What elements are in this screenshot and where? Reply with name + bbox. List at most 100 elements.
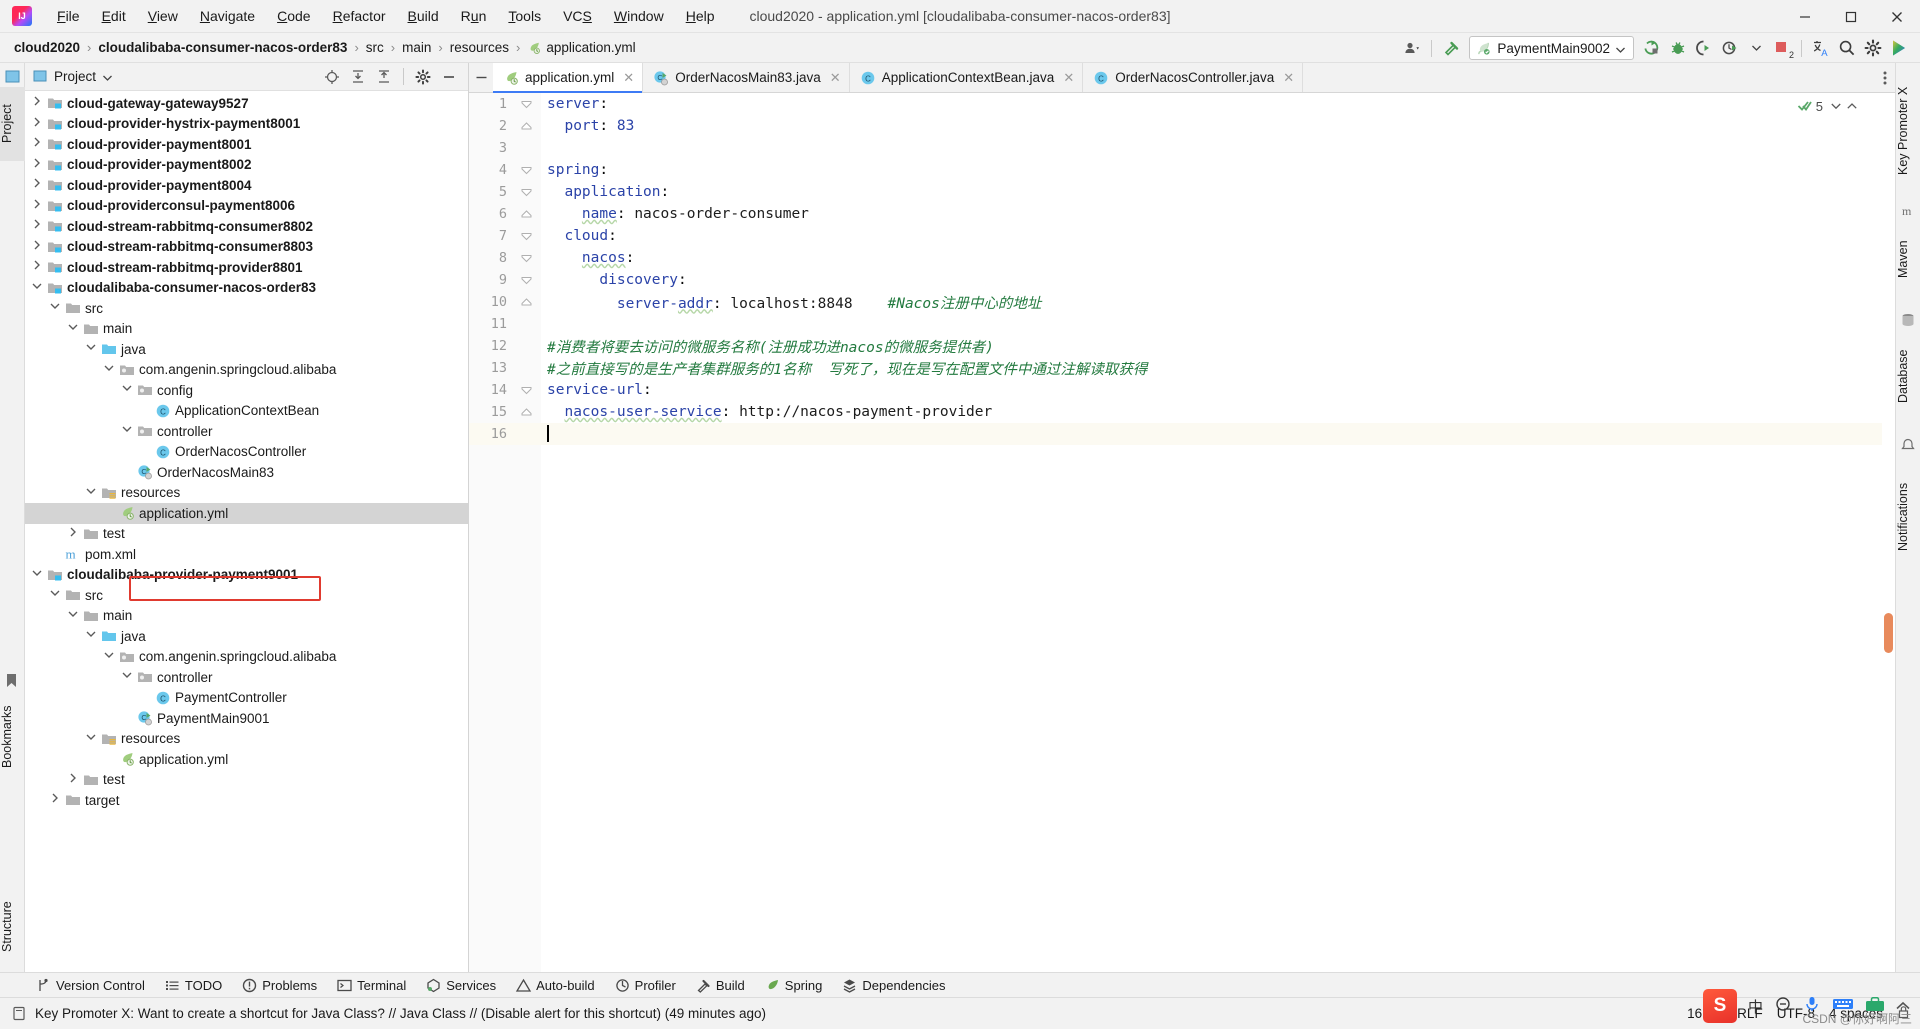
menu-help[interactable]: Help <box>675 3 726 29</box>
tree-node-test[interactable]: test <box>25 524 468 545</box>
tree-node-cloud-stream-rabbitmq-consumer8803[interactable]: cloud-stream-rabbitmq-consumer8803 <box>25 237 468 258</box>
sidebar-item-project[interactable]: Project <box>0 87 25 161</box>
menu-tools[interactable]: Tools <box>497 3 552 29</box>
sidebar-item-structure[interactable]: Structure <box>0 886 25 968</box>
half-width-icon[interactable] <box>1774 995 1792 1017</box>
tree-node-cloudalibaba-consumer-nacos-order83[interactable]: cloudalibaba-consumer-nacos-order83 <box>25 278 468 299</box>
tree-node-cloud-gateway-gateway9527[interactable]: cloud-gateway-gateway9527 <box>25 93 468 114</box>
hide-tabs-icon[interactable] <box>469 63 493 92</box>
code-line-10[interactable]: 10 server-addr: localhost:8848 #Nacos注册中… <box>469 291 1895 313</box>
bottom-tab-build[interactable]: Build <box>686 976 755 995</box>
close-tab-icon[interactable]: ✕ <box>623 70 634 86</box>
chevron-down-icon[interactable] <box>67 321 83 337</box>
bottom-tab-terminal[interactable]: Terminal <box>327 976 416 995</box>
bottom-tab-services[interactable]: Services <box>416 976 506 995</box>
tree-node-application-yml[interactable]: application.yml <box>25 503 468 524</box>
editor-vertical-scrollbar[interactable] <box>1882 93 1895 972</box>
status-message[interactable]: Key Promoter X: Want to create a shortcu… <box>35 1006 766 1021</box>
code-line-9[interactable]: 9 discovery: <box>469 269 1895 291</box>
minimize-button[interactable] <box>1782 0 1828 33</box>
menu-edit[interactable]: Edit <box>91 3 137 29</box>
tree-node-resources[interactable]: resources <box>25 483 468 504</box>
chevron-down-icon[interactable] <box>31 567 47 583</box>
code-fold-marker[interactable] <box>511 209 541 220</box>
tree-node-com-angenin-springcloud-alibaba[interactable]: com.angenin.springcloud.alibaba <box>25 360 468 381</box>
chevron-right-icon[interactable] <box>49 792 65 808</box>
chevron-down-icon[interactable] <box>85 628 101 644</box>
menu-navigate[interactable]: Navigate <box>189 3 266 29</box>
editor-tab-ordernacoscontroller-java[interactable]: C OrderNacosController.java ✕ <box>1083 63 1304 92</box>
chevron-right-icon[interactable] <box>31 218 47 234</box>
stop-icon[interactable]: 2 <box>1769 35 1795 61</box>
tree-node-controller[interactable]: controller <box>25 667 468 688</box>
editor-tab-applicationcontextbean-java[interactable]: C ApplicationContextBean.java ✕ <box>849 63 1084 92</box>
tree-node-src[interactable]: src <box>25 298 468 319</box>
tree-node-ordernacosmain83[interactable]: C OrderNacosMain83 <box>25 462 468 483</box>
gear-icon[interactable] <box>410 64 436 90</box>
tree-node-config[interactable]: config <box>25 380 468 401</box>
run-configuration-selector[interactable]: PaymentMain9002 <box>1469 36 1634 60</box>
code-fold-marker[interactable] <box>511 385 541 396</box>
bottom-tab-profiler[interactable]: Profiler <box>605 976 686 995</box>
close-tab-icon[interactable]: ✕ <box>1063 70 1074 86</box>
sogou-ime-logo-icon[interactable]: S <box>1702 989 1737 1023</box>
bottom-tab-dependencies[interactable]: Dependencies <box>832 976 955 995</box>
code-line-13[interactable]: 13 #之前直接写的是生产者集群服务的1名称 写死了，现在是写在配置文件中通过注解… <box>469 357 1895 379</box>
project-tree[interactable]: cloud-gateway-gateway9527 cloud-provider-… <box>25 91 468 972</box>
hide-icon[interactable] <box>436 64 462 90</box>
sidebar-item-key-promoter-x[interactable]: Key Promoter X <box>1896 71 1920 191</box>
close-tab-icon[interactable]: ✕ <box>830 70 841 86</box>
code-fold-marker[interactable] <box>511 165 541 176</box>
search-icon[interactable] <box>1834 35 1860 61</box>
chevron-down-icon[interactable] <box>49 587 65 603</box>
chevron-down-icon[interactable] <box>103 68 112 86</box>
breadcrumb-item-resources[interactable]: resources <box>446 38 513 57</box>
tree-node-cloud-stream-rabbitmq-consumer8802[interactable]: cloud-stream-rabbitmq-consumer8802 <box>25 216 468 237</box>
code-fold-marker[interactable] <box>511 253 541 264</box>
sidebar-item-notifications[interactable]: Notifications <box>1896 458 1920 576</box>
tree-node-cloud-provider-payment8004[interactable]: cloud-provider-payment8004 <box>25 175 468 196</box>
tree-node-java[interactable]: java <box>25 626 468 647</box>
chevron-down-icon[interactable] <box>1743 35 1769 61</box>
chevron-down-icon[interactable] <box>85 731 101 747</box>
menu-view[interactable]: View <box>137 3 189 29</box>
run-icon[interactable] <box>1639 35 1665 61</box>
tree-node-target[interactable]: target <box>25 790 468 811</box>
code-line-15[interactable]: 15 nacos-user-service: http://nacos-paym… <box>469 401 1895 423</box>
close-button[interactable] <box>1874 0 1920 33</box>
menu-vcs[interactable]: VCS <box>552 3 603 29</box>
chevron-right-icon[interactable] <box>31 239 47 255</box>
chevron-right-icon[interactable] <box>31 177 47 193</box>
collapse-all-icon[interactable] <box>371 64 397 90</box>
chevron-right-icon[interactable] <box>31 259 47 275</box>
tree-node-java[interactable]: java <box>25 339 468 360</box>
code-fold-marker[interactable] <box>511 407 541 418</box>
expand-all-icon[interactable] <box>345 64 371 90</box>
locate-file-icon[interactable] <box>319 64 345 90</box>
run-coverage-icon[interactable] <box>1691 35 1717 61</box>
sidebar-item-maven[interactable]: Maven <box>1896 223 1920 295</box>
menu-refactor[interactable]: Refactor <box>322 3 397 29</box>
code-line-11[interactable]: 11 <box>469 313 1895 335</box>
code-fold-marker[interactable] <box>511 297 541 308</box>
chevron-down-icon[interactable] <box>67 608 83 624</box>
tree-node-cloud-providerconsul-payment8006[interactable]: cloud-providerconsul-payment8006 <box>25 196 468 217</box>
tree-node-com-angenin-springcloud-alibaba[interactable]: com.angenin.springcloud.alibaba <box>25 647 468 668</box>
bottom-tab-spring[interactable]: Spring <box>755 976 833 995</box>
menu-window[interactable]: Window <box>603 3 675 29</box>
breadcrumb-item-main[interactable]: main <box>398 38 435 57</box>
tree-node-cloudalibaba-provider-payment9001[interactable]: cloudalibaba-provider-payment9001 <box>25 565 468 586</box>
chevron-right-icon[interactable] <box>31 95 47 111</box>
bottom-tab-version-control[interactable]: Version Control <box>26 976 155 995</box>
code-line-1[interactable]: 1 server: <box>469 93 1895 115</box>
breadcrumb-item-src[interactable]: src <box>362 38 388 57</box>
tree-node-resources[interactable]: resources <box>25 729 468 750</box>
menu-file[interactable]: File <box>46 3 91 29</box>
debug-icon[interactable] <box>1665 35 1691 61</box>
bottom-tab-auto-build[interactable]: Auto-build <box>506 976 605 995</box>
menu-build[interactable]: Build <box>397 3 450 29</box>
editor-tab-ordernacosmain83-java[interactable]: C OrderNacosMain83.java ✕ <box>643 63 850 92</box>
chevron-down-icon[interactable] <box>85 341 101 357</box>
chevron-down-icon[interactable] <box>121 423 137 439</box>
ime-language-indicator[interactable]: 中 <box>1748 996 1763 1017</box>
